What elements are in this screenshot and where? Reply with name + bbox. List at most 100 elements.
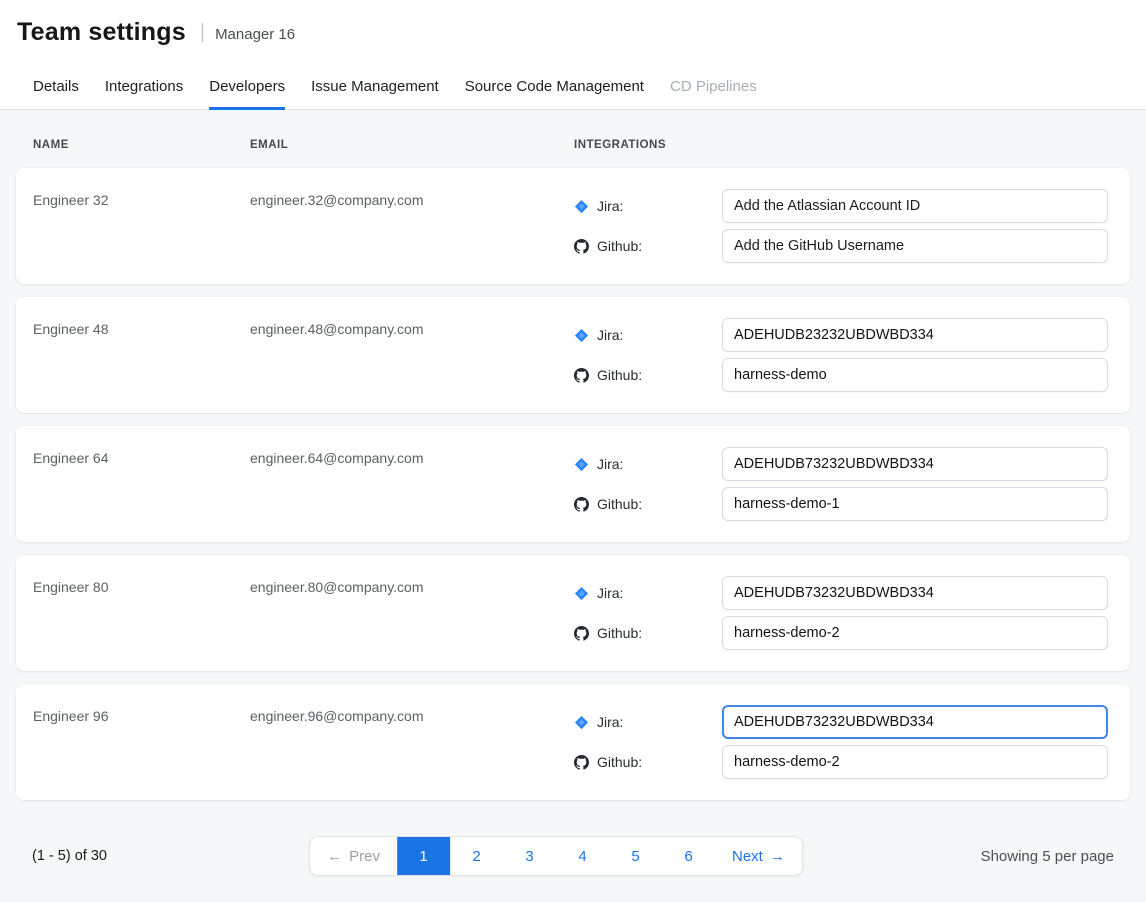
prev-page-button[interactable]: ← Prev: [310, 837, 397, 875]
tab-bar: Details Integrations Developers Issue Ma…: [0, 63, 1146, 110]
developer-name: Engineer 32: [33, 189, 250, 208]
developer-email: engineer.80@company.com: [250, 576, 574, 595]
page-title: Team settings: [17, 18, 186, 47]
table-header: NAME EMAIL INTEGRATIONS: [16, 110, 1130, 168]
developer-list: Engineer 32 engineer.32@company.com Jira…: [16, 168, 1130, 800]
jira-account-input[interactable]: [722, 318, 1108, 352]
integrations-cell: Jira: Github:: [574, 447, 1113, 521]
page-button-1[interactable]: 1: [397, 837, 450, 875]
developers-panel: NAME EMAIL INTEGRATIONS Engineer 32 engi…: [0, 110, 1146, 885]
pager: ← Prev 1 2 3 4 5 6 Next →: [309, 836, 803, 876]
jira-label-wrap: Jira:: [574, 456, 722, 472]
jira-icon: [574, 586, 589, 601]
developer-row: Engineer 32 engineer.32@company.com Jira…: [16, 168, 1130, 284]
github-label: Github:: [597, 625, 642, 641]
right-arrow-icon: →: [770, 848, 785, 865]
jira-label-wrap: Jira:: [574, 327, 722, 343]
github-label: Github:: [597, 367, 642, 383]
github-integration-row: Github:: [574, 358, 1113, 392]
developer-row: Engineer 48 engineer.48@company.com Jira…: [16, 297, 1130, 413]
integrations-cell: Jira: Github:: [574, 189, 1113, 263]
column-header-name: NAME: [33, 139, 250, 151]
github-icon: [574, 497, 589, 512]
github-username-input[interactable]: [722, 616, 1108, 650]
jira-label-wrap: Jira:: [574, 198, 722, 214]
tab-source-code-management[interactable]: Source Code Management: [465, 63, 644, 110]
jira-integration-row: Jira:: [574, 447, 1113, 481]
column-header-email: EMAIL: [250, 139, 574, 151]
tab-issue-management[interactable]: Issue Management: [311, 63, 439, 110]
developer-name: Engineer 48: [33, 318, 250, 337]
jira-label: Jira:: [597, 327, 623, 343]
jira-icon: [574, 328, 589, 343]
jira-label: Jira:: [597, 198, 623, 214]
jira-account-input[interactable]: [722, 189, 1108, 223]
developer-name: Engineer 80: [33, 576, 250, 595]
tab-integrations[interactable]: Integrations: [105, 63, 183, 110]
integrations-cell: Jira: Github:: [574, 318, 1113, 392]
column-header-integrations: INTEGRATIONS: [574, 139, 1113, 151]
github-username-input[interactable]: [722, 487, 1108, 521]
page-button-5[interactable]: 5: [609, 837, 662, 875]
next-page-button[interactable]: Next →: [715, 837, 802, 875]
prev-label: Prev: [349, 848, 380, 865]
jira-integration-row: Jira:: [574, 576, 1113, 610]
jira-icon: [574, 457, 589, 472]
developer-row: Engineer 96 engineer.96@company.com Jira…: [16, 684, 1130, 800]
jira-label-wrap: Jira:: [574, 714, 722, 730]
page-button-4[interactable]: 4: [556, 837, 609, 875]
jira-label-wrap: Jira:: [574, 585, 722, 601]
page-button-3[interactable]: 3: [503, 837, 556, 875]
jira-account-input[interactable]: [722, 705, 1108, 739]
jira-account-input[interactable]: [722, 447, 1108, 481]
github-icon: [574, 368, 589, 383]
developer-email: engineer.32@company.com: [250, 189, 574, 208]
github-icon: [574, 755, 589, 770]
page-button-6[interactable]: 6: [662, 837, 715, 875]
github-label-wrap: Github:: [574, 754, 722, 770]
developer-email: engineer.48@company.com: [250, 318, 574, 337]
per-page-text: Showing 5 per page: [981, 848, 1114, 865]
page-header: Team settings | Manager 16: [0, 0, 1146, 63]
jira-icon: [574, 715, 589, 730]
integrations-cell: Jira: Github:: [574, 576, 1113, 650]
jira-account-input[interactable]: [722, 576, 1108, 610]
jira-label: Jira:: [597, 585, 623, 601]
developer-name: Engineer 96: [33, 705, 250, 724]
tab-details[interactable]: Details: [33, 63, 79, 110]
developer-name: Engineer 64: [33, 447, 250, 466]
github-label: Github:: [597, 754, 642, 770]
github-label: Github:: [597, 496, 642, 512]
github-integration-row: Github:: [574, 616, 1113, 650]
github-username-input[interactable]: [722, 358, 1108, 392]
pagination-range: (1 - 5) of 30: [32, 848, 107, 864]
github-username-input[interactable]: [722, 229, 1108, 263]
jira-integration-row: Jira:: [574, 705, 1113, 739]
jira-integration-row: Jira:: [574, 189, 1113, 223]
github-label-wrap: Github:: [574, 367, 722, 383]
developer-row: Engineer 80 engineer.80@company.com Jira…: [16, 555, 1130, 671]
left-arrow-icon: ←: [327, 848, 342, 865]
github-label-wrap: Github:: [574, 238, 722, 254]
title-separator: |: [200, 21, 205, 44]
integrations-cell: Jira: Github:: [574, 705, 1113, 779]
github-integration-row: Github:: [574, 745, 1113, 779]
github-integration-row: Github:: [574, 487, 1113, 521]
github-label-wrap: Github:: [574, 496, 722, 512]
jira-label: Jira:: [597, 456, 623, 472]
github-label: Github:: [597, 238, 642, 254]
tab-developers[interactable]: Developers: [209, 63, 285, 110]
github-username-input[interactable]: [722, 745, 1108, 779]
tab-cd-pipelines: CD Pipelines: [670, 63, 757, 110]
developer-row: Engineer 64 engineer.64@company.com Jira…: [16, 426, 1130, 542]
pagination-bar: (1 - 5) of 30 ← Prev 1 2 3 4 5 6 Next → …: [16, 813, 1130, 885]
github-icon: [574, 239, 589, 254]
developer-email: engineer.64@company.com: [250, 447, 574, 466]
page-button-2[interactable]: 2: [450, 837, 503, 875]
jira-label: Jira:: [597, 714, 623, 730]
github-integration-row: Github:: [574, 229, 1113, 263]
github-icon: [574, 626, 589, 641]
next-label: Next: [732, 848, 763, 865]
jira-icon: [574, 199, 589, 214]
jira-integration-row: Jira:: [574, 318, 1113, 352]
